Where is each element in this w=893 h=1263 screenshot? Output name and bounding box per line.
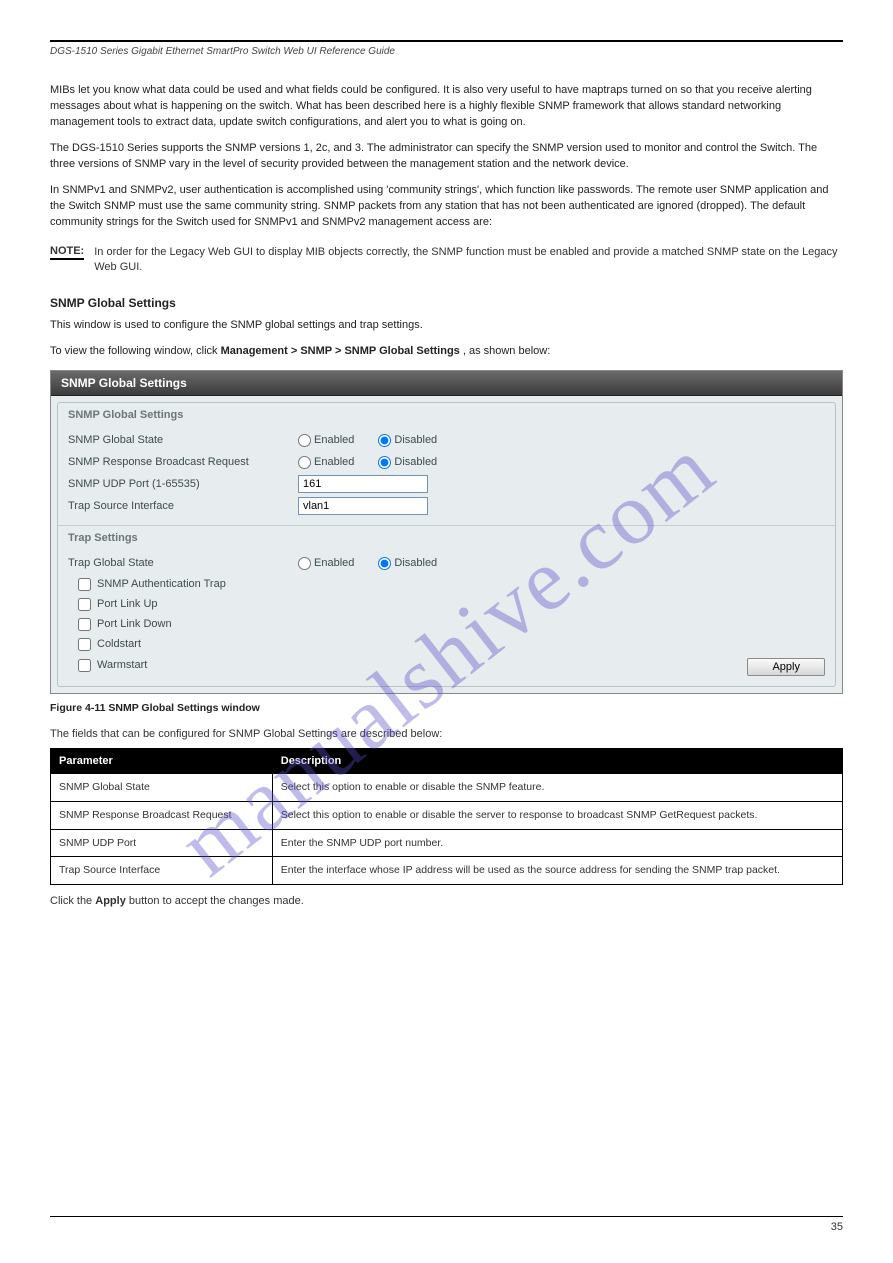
intro-paragraph-2: The DGS-1510 Series supports the SNMP ve… (50, 141, 843, 173)
figure-caption: Figure 4-11 SNMP Global Settings window (50, 702, 843, 714)
row-trap-source-interface: Trap Source Interface (68, 495, 825, 517)
table-row: Trap Source Interface Enter the interfac… (51, 857, 843, 885)
params-intro: The fields that can be configured for SN… (50, 728, 843, 740)
input-trap-source-interface[interactable] (298, 497, 428, 515)
checkbox-port-link-down[interactable] (78, 618, 91, 631)
radio-snmp-state-disabled[interactable]: Disabled (378, 434, 437, 447)
snmp-global-settings-group: SNMP Global Settings SNMP Global State E… (57, 402, 836, 687)
label-snmp-response: SNMP Response Broadcast Request (68, 456, 298, 468)
radio-snmp-resp-enabled[interactable]: Enabled (298, 456, 354, 469)
param-desc: Enter the SNMP UDP port number. (272, 829, 842, 857)
note-block: NOTE: In order for the Legacy Web GUI to… (50, 245, 843, 277)
radio-label: Disabled (394, 434, 437, 446)
radio-snmp-state-enabled[interactable]: Enabled (298, 434, 354, 447)
checkbox-warmstart[interactable] (78, 659, 91, 672)
radio-label: Enabled (314, 557, 354, 569)
checkbox-label: Coldstart (97, 638, 141, 650)
checkbox-coldstart[interactable] (78, 638, 91, 651)
param-name: Trap Source Interface (51, 857, 273, 885)
th-description: Description (272, 749, 842, 774)
txt: button to accept the changes made. (126, 895, 304, 907)
page-number: 35 (831, 1221, 843, 1233)
section-desc: This window is used to configure the SNM… (50, 318, 843, 334)
table-row: SNMP UDP Port Enter the SNMP UDP port nu… (51, 829, 843, 857)
param-desc: Enter the interface whose IP address wil… (272, 857, 842, 885)
nav-prefix: To view the following window, click (50, 345, 221, 357)
param-desc: Select this option to enable or disable … (272, 774, 842, 802)
param-name: SNMP Response Broadcast Request (51, 801, 273, 829)
checkbox-snmp-auth-trap[interactable] (78, 578, 91, 591)
divider (58, 525, 835, 526)
page-footer: 35 (50, 1216, 843, 1233)
radio-label: Disabled (394, 456, 437, 468)
checkbox-label: Warmstart (97, 659, 147, 671)
table-row: SNMP Response Broadcast Request Select t… (51, 801, 843, 829)
th-parameter: Parameter (51, 749, 273, 774)
intro-paragraph-3: In SNMPv1 and SNMPv2, user authenticatio… (50, 183, 843, 231)
radio-snmp-resp-disabled[interactable]: Disabled (378, 456, 437, 469)
group-legend-trap: Trap Settings (68, 532, 825, 544)
group-legend-snmp: SNMP Global Settings (68, 409, 825, 421)
note-text: In order for the Legacy Web GUI to displ… (94, 245, 843, 277)
row-snmp-udp-port: SNMP UDP Port (1-65535) (68, 473, 825, 495)
apply-button[interactable]: Apply (747, 658, 825, 676)
nav-instruction: To view the following window, click Mana… (50, 344, 843, 360)
label-snmp-udp-port: SNMP UDP Port (1-65535) (68, 478, 298, 490)
radio-trap-state-disabled[interactable]: Disabled (378, 557, 437, 570)
checkbox-label: SNMP Authentication Trap (97, 578, 226, 590)
nav-path: Management > SNMP > SNMP Global Settings (221, 345, 460, 357)
nav-suffix: , as shown below: (463, 345, 550, 357)
txt: Click the (50, 895, 95, 907)
param-name: SNMP Global State (51, 774, 273, 802)
row-snmp-global-state: SNMP Global State Enabled Disabled (68, 429, 825, 451)
apply-instruction: Click the Apply button to accept the cha… (50, 895, 843, 907)
checkbox-label: Port Link Down (97, 618, 172, 630)
table-row: SNMP Global State Select this option to … (51, 774, 843, 802)
section-title: SNMP Global Settings (50, 296, 843, 310)
param-name: SNMP UDP Port (51, 829, 273, 857)
screenshot-panel: SNMP Global Settings SNMP Global Setting… (50, 370, 843, 694)
row-trap-global-state: Trap Global State Enabled Disabled (68, 552, 825, 574)
input-snmp-udp-port[interactable] (298, 475, 428, 493)
row-snmp-response: SNMP Response Broadcast Request Enabled … (68, 451, 825, 473)
label-trap-source-interface: Trap Source Interface (68, 500, 298, 512)
param-desc: Select this option to enable or disable … (272, 801, 842, 829)
note-label: NOTE: (50, 245, 84, 260)
intro-paragraph-1: MIBs let you know what data could be use… (50, 83, 843, 131)
panel-title-bar: SNMP Global Settings (51, 371, 842, 396)
checkbox-port-link-up[interactable] (78, 598, 91, 611)
label-trap-global-state: Trap Global State (68, 557, 298, 569)
txt-bold: Apply (95, 895, 126, 907)
radio-label: Enabled (314, 434, 354, 446)
checkbox-label: Port Link Up (97, 598, 158, 610)
radio-trap-state-enabled[interactable]: Enabled (298, 557, 354, 570)
label-snmp-global-state: SNMP Global State (68, 434, 298, 446)
radio-label: Disabled (394, 557, 437, 569)
doc-header: DGS-1510 Series Gigabit Ethernet SmartPr… (50, 46, 843, 57)
radio-label: Enabled (314, 456, 354, 468)
params-table: Parameter Description SNMP Global State … (50, 748, 843, 885)
